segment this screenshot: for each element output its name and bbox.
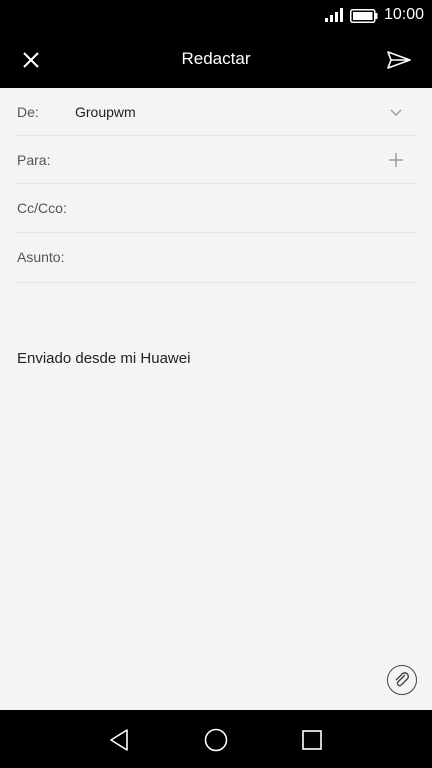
battery-icon (350, 9, 378, 28)
back-icon (110, 729, 128, 751)
to-field[interactable]: Para: (16, 136, 416, 184)
back-button[interactable] (106, 726, 134, 754)
signal-icon (325, 8, 343, 27)
cc-field[interactable]: Cc/Cco: (16, 184, 416, 233)
home-button[interactable] (202, 726, 230, 754)
plus-icon (389, 153, 403, 167)
to-input[interactable] (76, 146, 380, 174)
recents-button[interactable] (298, 726, 326, 754)
status-time: 10:00 (383, 6, 424, 23)
navigation-bar (0, 710, 432, 768)
paperclip-icon (395, 672, 410, 687)
attach-button[interactable] (387, 665, 417, 695)
compose-screen: 10:00 Redactar De: Groupwm Para: Cc/Cco:… (0, 0, 432, 768)
status-bar: 10:00 (0, 0, 432, 32)
cc-label: Cc/Cco: (17, 200, 67, 216)
add-recipient-button[interactable] (386, 150, 406, 170)
from-dropdown-button[interactable] (386, 102, 406, 122)
send-button[interactable] (380, 42, 418, 78)
cc-input[interactable] (80, 194, 384, 222)
subject-input[interactable] (80, 243, 384, 271)
app-bar: Redactar (0, 32, 432, 88)
subject-field[interactable]: Asunto: (16, 233, 416, 283)
send-icon (387, 51, 411, 69)
subject-label: Asunto: (17, 249, 65, 265)
from-label: De: (17, 104, 39, 120)
home-icon (204, 728, 228, 752)
recents-icon (302, 730, 322, 750)
from-account[interactable]: Groupwm (75, 104, 136, 120)
chevron-down-icon (390, 109, 402, 116)
from-field[interactable]: De: Groupwm (16, 88, 416, 136)
page-title: Redactar (181, 49, 251, 68)
email-body[interactable]: Enviado desde mi Huawei (17, 350, 190, 367)
to-label: Para: (17, 152, 51, 168)
